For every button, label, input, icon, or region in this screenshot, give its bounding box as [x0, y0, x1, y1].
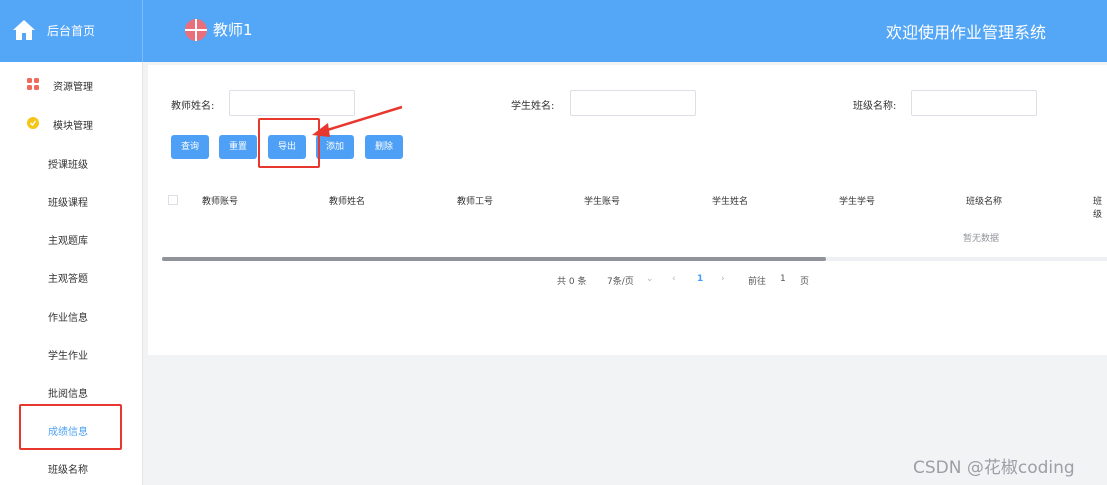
sidebar-group-label: 模块管理 — [53, 121, 93, 132]
pagination-goto-input[interactable]: 1 — [780, 274, 786, 284]
sidebar-item-label: 作业信息 — [48, 313, 88, 324]
home-icon — [13, 20, 35, 40]
sidebar-item-question-bank[interactable]: 主观题库 — [0, 229, 143, 249]
column-header: 学生账号 — [584, 197, 621, 207]
column-header: 教师姓名 — [329, 197, 366, 207]
sidebar-item-label: 主观答题 — [48, 274, 88, 285]
next-page-icon[interactable]: › — [721, 274, 725, 284]
grid-icon — [27, 78, 39, 90]
class-name-input[interactable] — [911, 90, 1037, 116]
sidebar-item-class-courses[interactable]: 班级课程 — [0, 191, 143, 211]
annotation-arrow-icon — [312, 105, 403, 137]
sidebar-item-class-names[interactable]: 班级名称 — [0, 458, 143, 478]
pagination-total: 共 0 条 — [557, 277, 587, 287]
sidebar-item-label: 主观题库 — [48, 236, 88, 247]
sidebar-item-label: 班级名称 — [48, 465, 88, 476]
content-panel: 教师姓名: 学生姓名: 班级名称: 查询 重置 导出 添加 删除 教师账号 教师… — [148, 65, 1107, 355]
sidebar-item-homework-info[interactable]: 作业信息 — [0, 306, 143, 326]
home-link[interactable]: 后台首页 — [0, 0, 143, 62]
column-header: 学生姓名 — [712, 197, 749, 207]
student-name-input[interactable] — [570, 90, 696, 116]
welcome-text: 欢迎使用作业管理系统 — [886, 23, 1047, 42]
home-label: 后台首页 — [47, 24, 96, 38]
annotation-highlight-box — [19, 404, 122, 450]
sidebar-item-teaching-classes[interactable]: 授课班级 — [0, 153, 143, 173]
page-size-select[interactable]: 7条/页 — [607, 274, 634, 287]
scrollbar-thumb[interactable] — [162, 257, 826, 261]
pagination-goto-label: 前往 — [748, 277, 767, 287]
avatar-icon — [185, 19, 207, 41]
column-header: 教师工号 — [457, 197, 494, 207]
teacher-name-label: 教师姓名: — [171, 101, 215, 112]
pagination-page-unit: 页 — [800, 277, 810, 287]
table-horizontal-scrollbar[interactable] — [162, 257, 1107, 261]
table-header: 教师账号 教师姓名 教师工号 学生账号 学生姓名 学生学号 班级名称 班级 — [148, 189, 1107, 220]
empty-table-text: 暂无数据 — [963, 234, 1000, 244]
shield-icon — [27, 117, 39, 129]
sidebar-item-student-homework[interactable]: 学生作业 — [0, 344, 143, 364]
reset-button[interactable]: 重置 — [219, 135, 257, 159]
class-name-label: 班级名称: — [853, 101, 897, 112]
main-content: 教师姓名: 学生姓名: 班级名称: 查询 重置 导出 添加 删除 教师账号 教师… — [143, 62, 1107, 485]
sidebar-item-label: 学生作业 — [48, 351, 88, 362]
sidebar-group-modules[interactable]: 模块管理 — [0, 112, 143, 136]
column-header: 教师账号 — [202, 197, 239, 207]
sidebar-item-review-info[interactable]: 批阅信息 — [0, 382, 143, 402]
sidebar: 资源管理 模块管理 授课班级 班级课程 主观题库 主观答题 作业信息 学生作业 … — [0, 62, 143, 485]
sidebar-item-label: 班级课程 — [48, 198, 88, 209]
student-name-label: 学生姓名: — [511, 101, 555, 112]
top-bar: 后台首页 教师1 欢迎使用作业管理系统 — [0, 0, 1107, 62]
prev-page-icon[interactable]: ‹ — [672, 274, 676, 284]
column-header: 学生学号 — [839, 197, 876, 207]
sidebar-group-resources[interactable]: 资源管理 — [0, 73, 143, 97]
sidebar-item-answers[interactable]: 主观答题 — [0, 267, 143, 287]
user-name[interactable]: 教师1 — [213, 19, 253, 40]
sidebar-group-label: 资源管理 — [53, 82, 93, 93]
chevron-down-icon: ⌄ — [646, 274, 654, 284]
sidebar-item-label: 授课班级 — [48, 160, 88, 171]
select-all-checkbox[interactable] — [168, 195, 178, 205]
query-button[interactable]: 查询 — [171, 135, 209, 159]
sidebar-item-label: 批阅信息 — [48, 389, 88, 400]
column-header: 班级 — [1093, 197, 1103, 220]
pagination-current-page[interactable]: 1 — [697, 274, 703, 284]
watermark: CSDN @花椒coding — [913, 458, 1075, 478]
column-header: 班级名称 — [966, 197, 1003, 207]
